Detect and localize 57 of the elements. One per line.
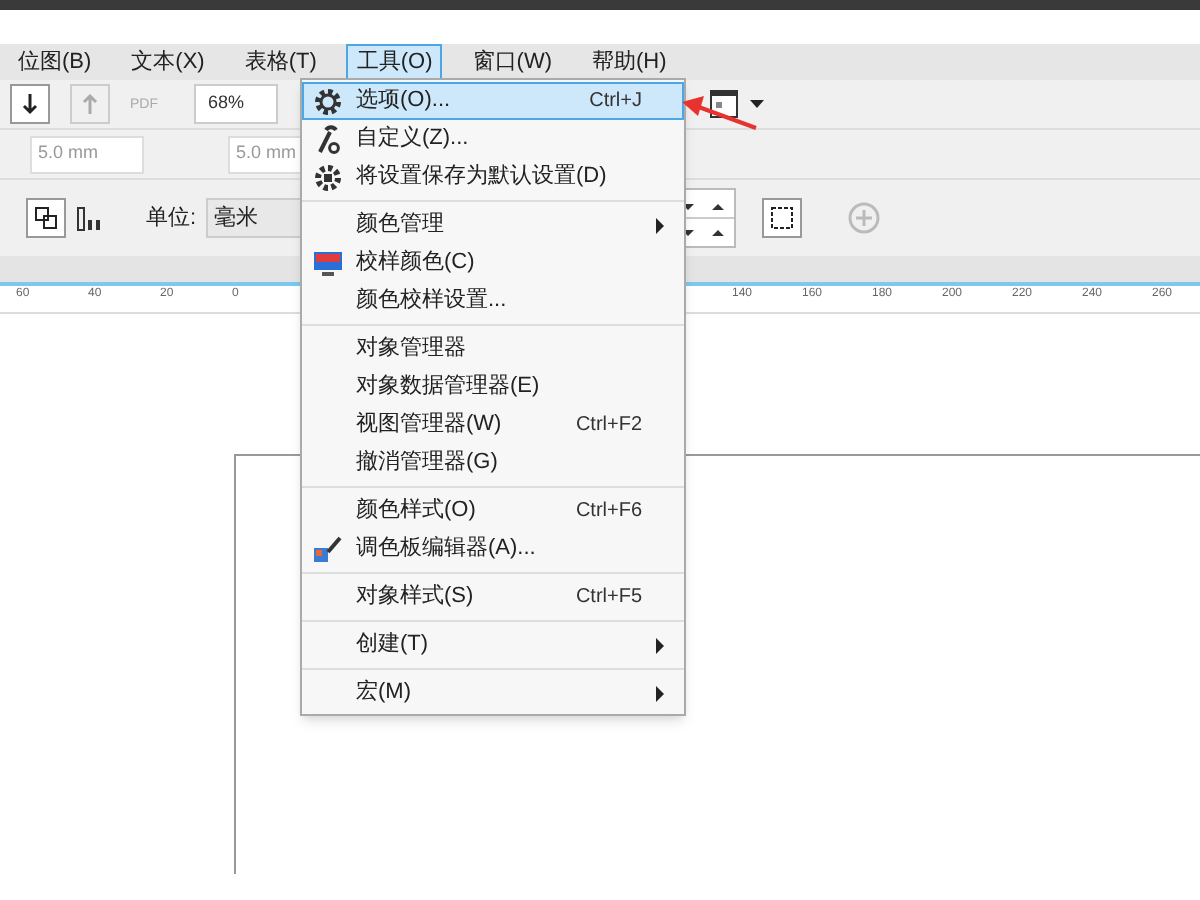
menu-item-label: 对象数据管理器(E) [356,372,540,403]
menu-item-label: 调色板编辑器(A)... [356,534,536,565]
monitor-icon [312,247,344,279]
menu-item[interactable]: 视图管理器(W) Ctrl+F2 [302,406,684,444]
menu-item-label: 自定义(Z)... [356,123,469,155]
arrow-up-icon [80,92,100,116]
menu-item-label: 选项(O)... [356,86,451,117]
menu-item-label: 撤消管理器(G) [356,448,498,479]
copy-icon [34,206,58,230]
unit-label: 单位: [146,203,197,234]
menu-item-label: 颜色管理 [356,209,444,241]
caret-icon [750,100,764,108]
menu-item[interactable]: 校样颜色(C) [302,244,684,282]
zoom-field[interactable]: 68% [194,84,278,124]
menu-title[interactable]: 窗口(W) [462,44,562,80]
window-icon [710,90,738,118]
bars-icon[interactable] [76,204,104,232]
shortcut-label: Ctrl+F2 [575,412,642,440]
layer-button[interactable] [26,198,66,238]
menu-item-label: 宏(M) [356,677,411,709]
shortcut-label: Ctrl+F5 [575,584,642,612]
shortcut-label: Ctrl+J [589,88,642,116]
menu-title[interactable]: 工具(O) [346,44,443,80]
menu-item[interactable]: 创建(T) [302,626,684,664]
menu-item[interactable]: 宏(M) [302,674,684,712]
menu-item-label: 将设置保存为默认设置(D) [356,162,607,193]
menu-item-label: 颜色校样设置... [356,285,507,317]
menu-item[interactable]: 将设置保存为默认设置(D) [302,158,684,196]
import-button[interactable] [10,84,50,124]
selection-frame-icon [768,204,796,232]
menu-item[interactable]: 对象管理器 [302,330,684,368]
menu-item[interactable]: 对象数据管理器(E) [302,368,684,406]
menu-item-label: 创建(T) [356,630,429,661]
menu-item-label: 对象样式(S) [356,582,474,613]
menu-item[interactable]: 撤消管理器(G) [302,444,684,482]
arrow-down-icon [20,92,40,116]
menu-item[interactable]: 颜色样式(O) Ctrl+F6 [302,492,684,530]
menu-title[interactable]: 帮助(H) [582,44,677,80]
pointer-arrow [680,96,760,132]
menu-title[interactable]: 文本(X) [121,44,215,80]
view-button[interactable] [710,90,764,118]
brush-icon [312,533,344,565]
gear-icon [312,161,344,193]
menu-item-label: 校样颜色(C) [356,247,475,279]
menu-item-label: 对象管理器 [356,334,466,365]
gear-icon [312,85,344,117]
menu-item[interactable]: 自定义(Z)... [302,120,684,158]
menu-item[interactable]: 颜色校样设置... [302,282,684,320]
menu-item-label: 视图管理器(W) [356,410,502,441]
menu-title[interactable]: 位图(B) [8,44,102,80]
shortcut-label: Ctrl+F6 [575,498,642,526]
menu-item[interactable]: 调色板编辑器(A)... [302,530,684,568]
frame-button[interactable] [762,198,802,238]
menu-title[interactable]: 表格(T) [234,44,327,80]
menu-item-label: 颜色样式(O) [356,495,476,527]
menu-item[interactable]: 对象样式(S) Ctrl+F5 [302,578,684,616]
menu-item[interactable]: 选项(O)... Ctrl+J [302,82,684,120]
